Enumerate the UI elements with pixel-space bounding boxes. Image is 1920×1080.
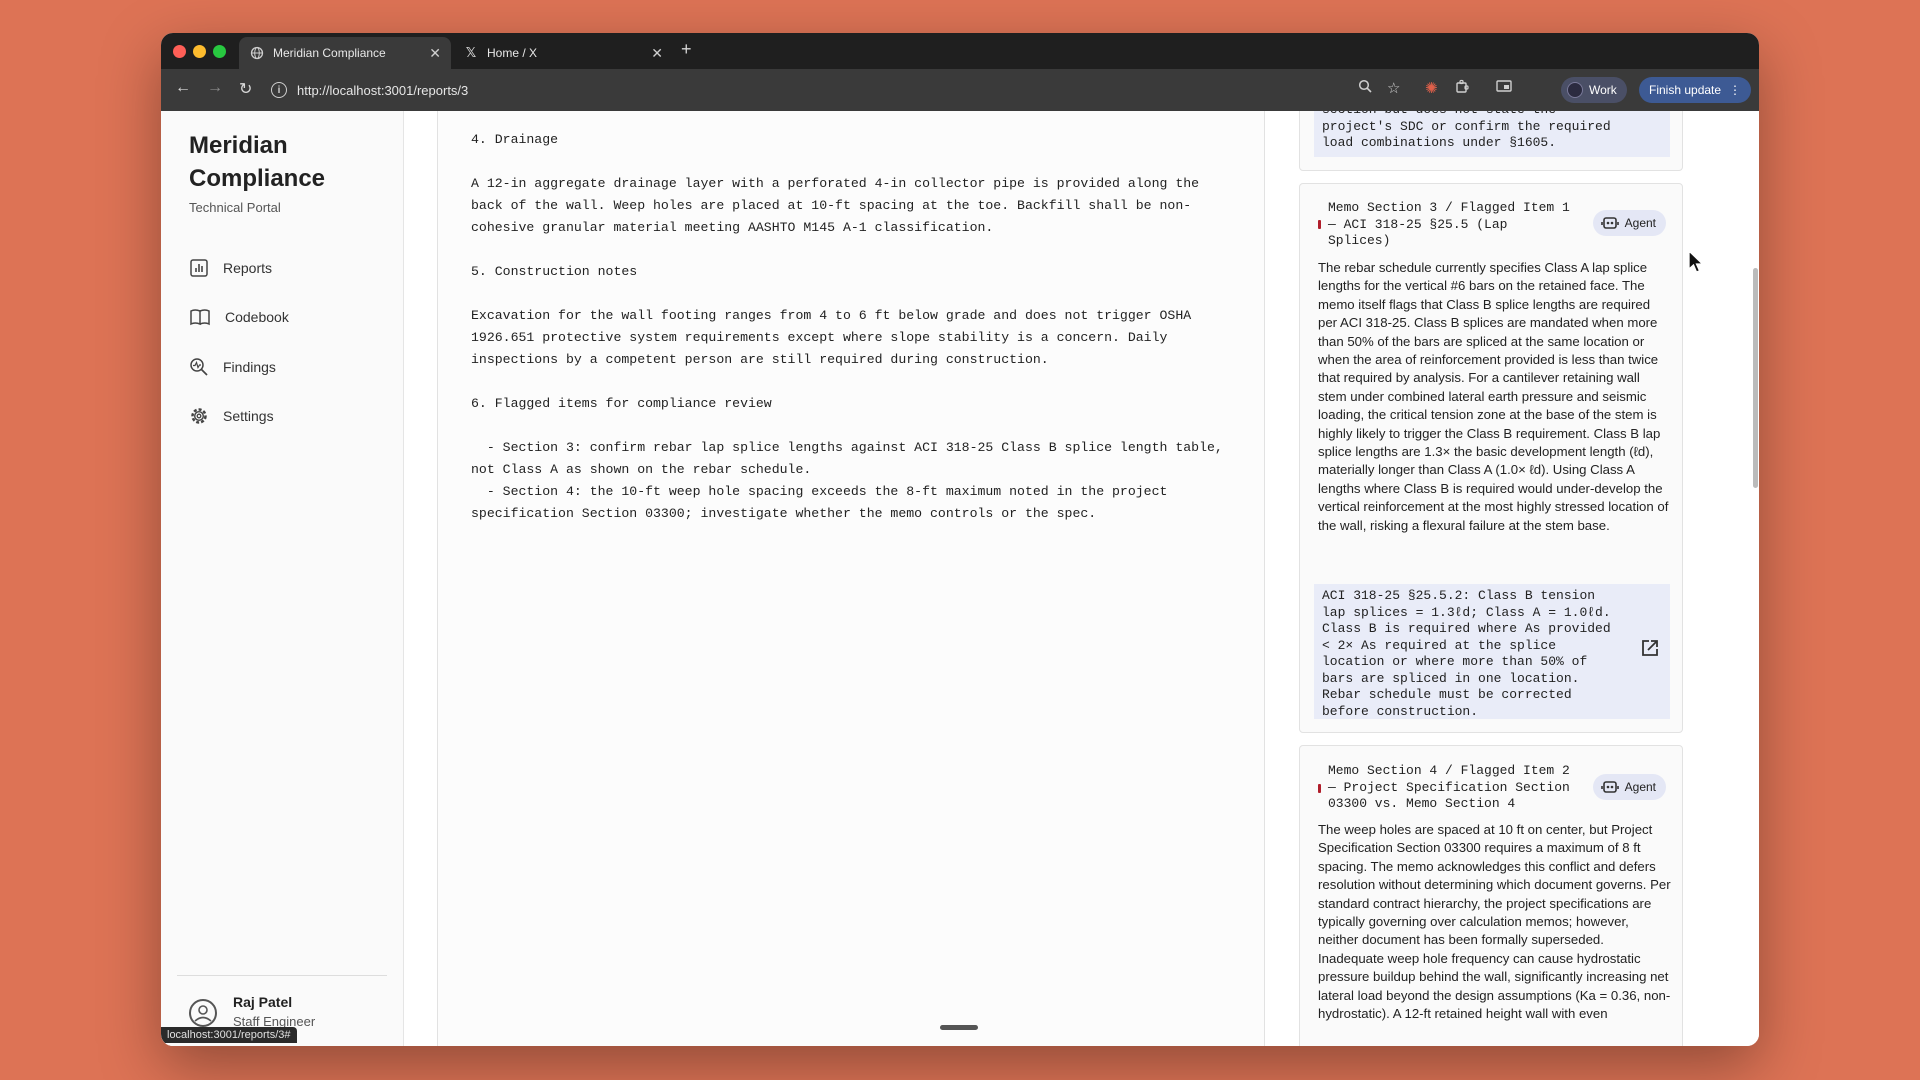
close-window-button[interactable]: [173, 45, 186, 58]
document-paragraph: A 12-in aggregate drainage layer with a …: [471, 176, 1200, 235]
finish-update-label: Finish update: [1649, 83, 1722, 97]
close-tab-icon[interactable]: ✕: [651, 45, 663, 62]
brand-title: Meridian Compliance: [189, 132, 326, 192]
agent-badge[interactable]: Agent: [1592, 210, 1666, 236]
forward-icon[interactable]: →: [207, 79, 223, 97]
finding-title: Memo Section 4 / Flagged Item 2 — Projec…: [1328, 763, 1570, 811]
mouse-cursor-icon: [1688, 249, 1705, 273]
user-icon: [194, 1005, 212, 1022]
minimize-window-button[interactable]: [193, 45, 206, 58]
tab-home-x[interactable]: 𝕏 Home / X ✕: [453, 37, 673, 69]
sidebar-item-findings[interactable]: Findings: [189, 354, 379, 380]
document-paragraph: Excavation for the wall footing ranges f…: [471, 308, 1192, 367]
finding-card: Memo Section 3 / Flagged Item 1 — ACI 31…: [1299, 183, 1683, 733]
finding-card: section but does not state the project's…: [1299, 111, 1683, 171]
profile-avatar: [1567, 82, 1583, 98]
gear-icon: [191, 408, 207, 424]
avatar[interactable]: [189, 999, 217, 1027]
zoom-icon[interactable]: [1358, 79, 1372, 97]
book-icon: [190, 309, 210, 326]
close-tab-icon[interactable]: ✕: [429, 45, 441, 62]
resize-handle[interactable]: [940, 1025, 978, 1030]
globe-icon: [249, 45, 265, 61]
site-info-icon[interactable]: i: [271, 82, 287, 98]
page-viewport: Meridian Compliance Technical Portal Rep…: [161, 111, 1759, 1046]
reload-icon[interactable]: ↻: [239, 79, 252, 99]
address-bar[interactable]: i http://localhost:3001/reports/3: [271, 75, 1611, 105]
browser-window: Meridian Compliance ✕ 𝕏 Home / X ✕ + ← →…: [161, 33, 1759, 1046]
finding-title: Memo Section 3 / Flagged Item 1 — ACI 31…: [1328, 200, 1570, 248]
severity-marker: [1318, 220, 1321, 229]
scrollbar-thumb[interactable]: [1753, 268, 1758, 488]
section-heading: 4. Drainage: [471, 132, 559, 147]
tab-title: Home / X: [487, 46, 538, 60]
finish-update-button[interactable]: Finish update ⋮: [1639, 77, 1752, 103]
external-link-icon[interactable]: [1640, 638, 1660, 658]
section-heading: 5. Construction notes: [471, 264, 638, 279]
report-document: 4. Drainage A 12-in aggregate drainage l…: [437, 111, 1265, 1046]
profile-label: Work: [1589, 83, 1617, 97]
sidebar-item-label: Findings: [223, 359, 276, 375]
back-icon[interactable]: ←: [175, 79, 191, 97]
finding-card: Memo Section 4 / Flagged Item 2 — Projec…: [1299, 745, 1683, 1046]
extension-spark-icon[interactable]: ✺: [1425, 79, 1438, 97]
zoom-window-button[interactable]: [213, 45, 226, 58]
sidebar: Meridian Compliance Technical Portal Rep…: [161, 111, 404, 1046]
bar-chart-icon: [190, 259, 208, 277]
tab-strip: Meridian Compliance ✕ 𝕏 Home / X ✕ +: [161, 33, 1759, 69]
url-text: http://localhost:3001/reports/3: [297, 82, 469, 98]
profile-button[interactable]: Work: [1561, 77, 1627, 103]
sidebar-item-settings[interactable]: Settings: [189, 403, 379, 429]
citation-block: section but does not state the project's…: [1314, 111, 1670, 157]
tab-meridian-compliance[interactable]: Meridian Compliance ✕: [239, 37, 451, 69]
user-name: Raj Patel: [233, 994, 293, 1010]
finding-description: The rebar schedule currently specifies C…: [1318, 260, 1669, 533]
brand-subtitle: Technical Portal: [189, 200, 281, 215]
link-status-bar: localhost:3001/reports/3#: [161, 1027, 297, 1043]
agent-badge-label: Agent: [1624, 216, 1656, 230]
finding-description: The weep holes are spaced at 10 ft on ce…: [1318, 822, 1671, 1022]
agent-badge-label: Agent: [1624, 780, 1656, 794]
extensions-puzzle-icon[interactable]: [1455, 79, 1470, 98]
sidebar-item-label: Reports: [223, 260, 273, 276]
cast-screen-icon[interactable]: [1496, 79, 1512, 97]
sidebar-item-reports[interactable]: Reports: [189, 255, 379, 281]
robot-icon: [1600, 217, 1619, 229]
kebab-menu-icon: ⋮: [1729, 83, 1742, 97]
new-tab-icon[interactable]: +: [681, 39, 692, 60]
findings-panel: section but does not state the project's…: [1299, 111, 1705, 1046]
browser-toolbar: ← → ↻ i http://localhost:3001/reports/3 …: [161, 69, 1759, 111]
section-heading: 6. Flagged items for compliance review: [471, 396, 772, 411]
sidebar-item-label: Settings: [223, 408, 274, 424]
agent-badge[interactable]: Agent: [1592, 774, 1666, 800]
bookmark-star-icon[interactable]: ☆: [1387, 79, 1400, 97]
sidebar-item-label: Codebook: [225, 309, 289, 325]
severity-marker: [1318, 784, 1321, 793]
x-logo-icon: 𝕏: [465, 45, 477, 60]
sidebar-item-codebook[interactable]: Codebook: [189, 304, 379, 330]
citation-text: ACI 318-25 §25.5.2: Class B tension lap …: [1322, 588, 1611, 719]
robot-icon: [1600, 781, 1619, 793]
flagged-items-list: - Section 3: confirm rebar lap splice le…: [471, 440, 1223, 521]
search-pulse-icon: [190, 358, 208, 376]
sidebar-divider: [177, 975, 387, 976]
citation-box: ACI 318-25 §25.5.2: Class B tension lap …: [1314, 584, 1670, 719]
tab-title: Meridian Compliance: [273, 46, 386, 60]
